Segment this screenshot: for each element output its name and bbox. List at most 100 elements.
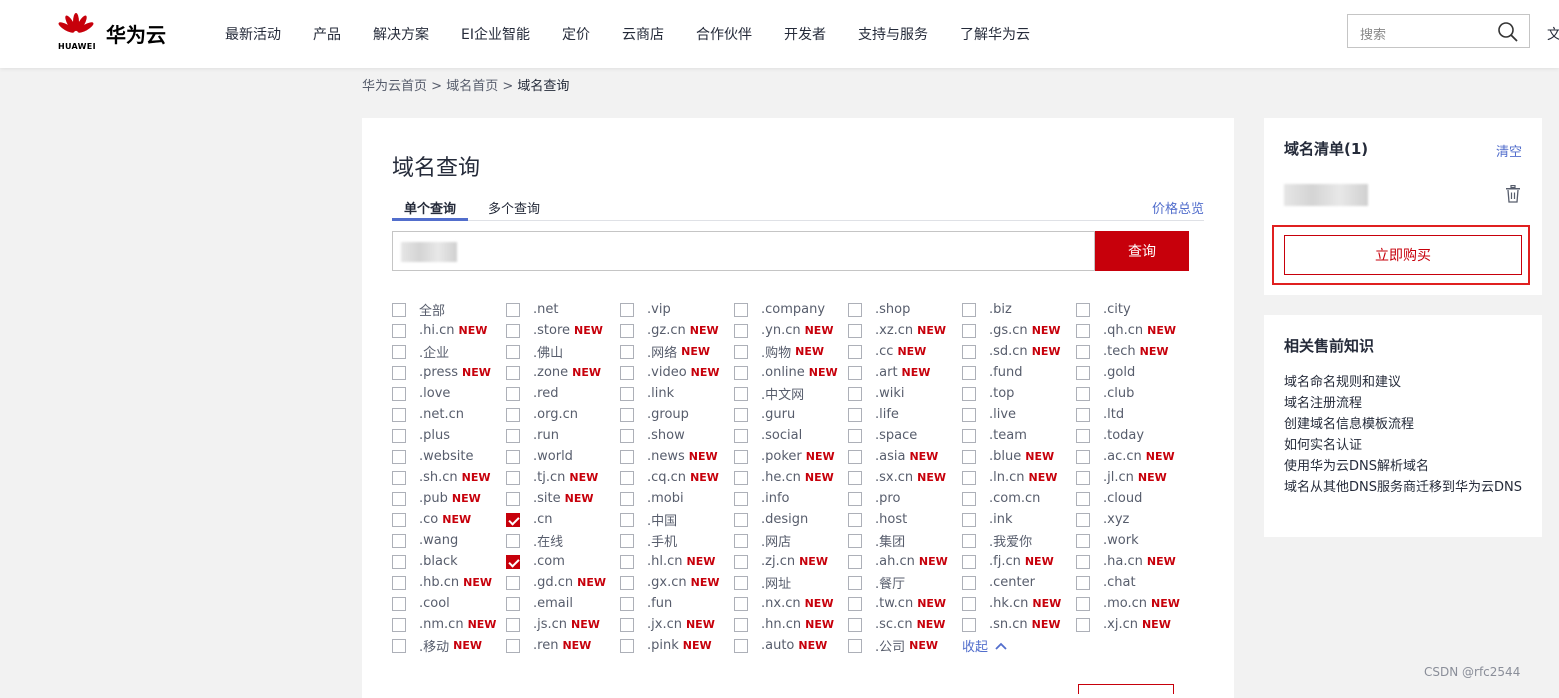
- checkbox[interactable]: [734, 365, 748, 380]
- suffix-option[interactable]: .ltd: [1076, 404, 1124, 425]
- suffix-option[interactable]: .space: [848, 425, 917, 446]
- checkbox[interactable]: [962, 533, 976, 548]
- checkbox[interactable]: [620, 302, 634, 317]
- suffix-option[interactable]: .gd.cn NEW: [506, 572, 606, 593]
- suffix-option[interactable]: .wang: [392, 530, 458, 551]
- suffix-option[interactable]: .tw.cn NEW: [848, 593, 946, 614]
- suffix-option[interactable]: .sx.cn NEW: [848, 467, 946, 488]
- suffix-option[interactable]: .company: [734, 299, 825, 320]
- checkbox[interactable]: [734, 470, 748, 485]
- suffix-option[interactable]: .sn.cn NEW: [962, 614, 1061, 635]
- suffix-option[interactable]: .gz.cn NEW: [620, 320, 719, 341]
- checkbox[interactable]: [392, 407, 406, 422]
- buy-now-button[interactable]: 立即购买: [1284, 235, 1522, 275]
- checkbox[interactable]: [734, 575, 748, 590]
- checkbox[interactable]: [392, 554, 406, 569]
- checkbox-checked[interactable]: [506, 554, 520, 569]
- nav-item-pricing[interactable]: 定价: [562, 24, 590, 44]
- suffix-option[interactable]: .com.cn: [962, 488, 1040, 509]
- suffix-option[interactable]: .ln.cn NEW: [962, 467, 1057, 488]
- knowledge-link[interactable]: 如何实名认证: [1284, 435, 1524, 456]
- suffix-option[interactable]: .team: [962, 425, 1027, 446]
- breadcrumb-domain-home[interactable]: 域名首页: [446, 79, 498, 94]
- suffix-option[interactable]: .餐厅: [848, 572, 905, 593]
- suffix-option[interactable]: .art NEW: [848, 362, 930, 383]
- trash-icon[interactable]: [1505, 185, 1521, 203]
- suffix-option[interactable]: .网店: [734, 530, 791, 551]
- header-more-text[interactable]: 文: [1547, 24, 1559, 44]
- checkbox[interactable]: [392, 575, 406, 590]
- search-input[interactable]: 搜索: [1347, 14, 1530, 48]
- suffix-option[interactable]: .购物 NEW: [734, 341, 824, 362]
- suffix-option[interactable]: .social: [734, 425, 802, 446]
- checkbox[interactable]: [620, 596, 634, 611]
- domain-search-input[interactable]: [392, 231, 1095, 271]
- suffix-option[interactable]: .qh.cn NEW: [1076, 320, 1176, 341]
- checkbox[interactable]: [962, 323, 976, 338]
- checkbox[interactable]: [392, 617, 406, 632]
- suffix-option[interactable]: .ha.cn NEW: [1076, 551, 1176, 572]
- suffix-option[interactable]: .集团: [848, 530, 905, 551]
- checkbox[interactable]: [620, 449, 634, 464]
- nav-item-solutions[interactable]: 解决方案: [373, 24, 429, 44]
- checkbox[interactable]: [392, 512, 406, 527]
- checkbox[interactable]: [962, 512, 976, 527]
- checkbox[interactable]: [620, 491, 634, 506]
- checkbox[interactable]: [962, 407, 976, 422]
- nav-item-about[interactable]: 了解华为云: [960, 24, 1030, 44]
- checkbox[interactable]: [962, 365, 976, 380]
- suffix-option[interactable]: .cloud: [1076, 488, 1142, 509]
- suffix-option[interactable]: .website: [392, 446, 474, 467]
- suffix-option[interactable]: .vip: [620, 299, 671, 320]
- suffix-option[interactable]: .zj.cn NEW: [734, 551, 828, 572]
- checkbox[interactable]: [506, 533, 520, 548]
- suffix-option[interactable]: .jl.cn NEW: [1076, 467, 1167, 488]
- checkbox[interactable]: [620, 617, 634, 632]
- checkbox[interactable]: [392, 428, 406, 443]
- suffix-option[interactable]: .work: [1076, 530, 1139, 551]
- checkbox[interactable]: [392, 323, 406, 338]
- suffix-option[interactable]: .nx.cn NEW: [734, 593, 833, 614]
- collapse-toggle[interactable]: 收起: [962, 635, 1008, 656]
- suffix-option[interactable]: .中文网: [734, 383, 804, 404]
- checkbox[interactable]: [506, 428, 520, 443]
- suffix-option[interactable]: .top: [962, 383, 1014, 404]
- suffix-option[interactable]: .jx.cn NEW: [620, 614, 715, 635]
- suffix-option[interactable]: .video NEW: [620, 362, 720, 383]
- checkbox[interactable]: [848, 344, 862, 359]
- suffix-option[interactable]: .xz.cn NEW: [848, 320, 946, 341]
- checkbox[interactable]: [1076, 617, 1090, 632]
- checkbox[interactable]: [506, 386, 520, 401]
- checkbox[interactable]: [962, 470, 976, 485]
- suffix-option[interactable]: .black: [392, 551, 458, 572]
- suffix-option[interactable]: .red: [506, 383, 558, 404]
- suffix-option[interactable]: .网址: [734, 572, 791, 593]
- checkbox[interactable]: [848, 554, 862, 569]
- checkbox[interactable]: [848, 449, 862, 464]
- partial-button[interactable]: [1078, 684, 1174, 694]
- suffix-option[interactable]: .我爱你: [962, 530, 1032, 551]
- nav-item-activities[interactable]: 最新活动: [225, 24, 281, 44]
- checkbox[interactable]: [962, 302, 976, 317]
- checkbox[interactable]: [1076, 365, 1090, 380]
- suffix-option[interactable]: .run: [506, 425, 559, 446]
- checkbox[interactable]: [962, 596, 976, 611]
- checkbox[interactable]: [962, 344, 976, 359]
- checkbox[interactable]: [734, 344, 748, 359]
- suffix-option[interactable]: .ac.cn NEW: [1076, 446, 1175, 467]
- suffix-option[interactable]: .online NEW: [734, 362, 838, 383]
- suffix-option[interactable]: .fj.cn NEW: [962, 551, 1054, 572]
- suffix-option[interactable]: .love: [392, 383, 450, 404]
- suffix-option[interactable]: .net: [506, 299, 558, 320]
- checkbox[interactable]: [392, 386, 406, 401]
- checkbox[interactable]: [620, 554, 634, 569]
- checkbox[interactable]: [734, 617, 748, 632]
- checkbox[interactable]: [506, 302, 520, 317]
- knowledge-link[interactable]: 使用华为云DNS解析域名: [1284, 456, 1524, 477]
- suffix-option[interactable]: .cc NEW: [848, 341, 926, 362]
- checkbox[interactable]: [506, 407, 520, 422]
- suffix-option[interactable]: .mo.cn NEW: [1076, 593, 1180, 614]
- checkbox-checked[interactable]: [506, 512, 520, 527]
- checkbox[interactable]: [734, 512, 748, 527]
- suffix-option[interactable]: .hb.cn NEW: [392, 572, 492, 593]
